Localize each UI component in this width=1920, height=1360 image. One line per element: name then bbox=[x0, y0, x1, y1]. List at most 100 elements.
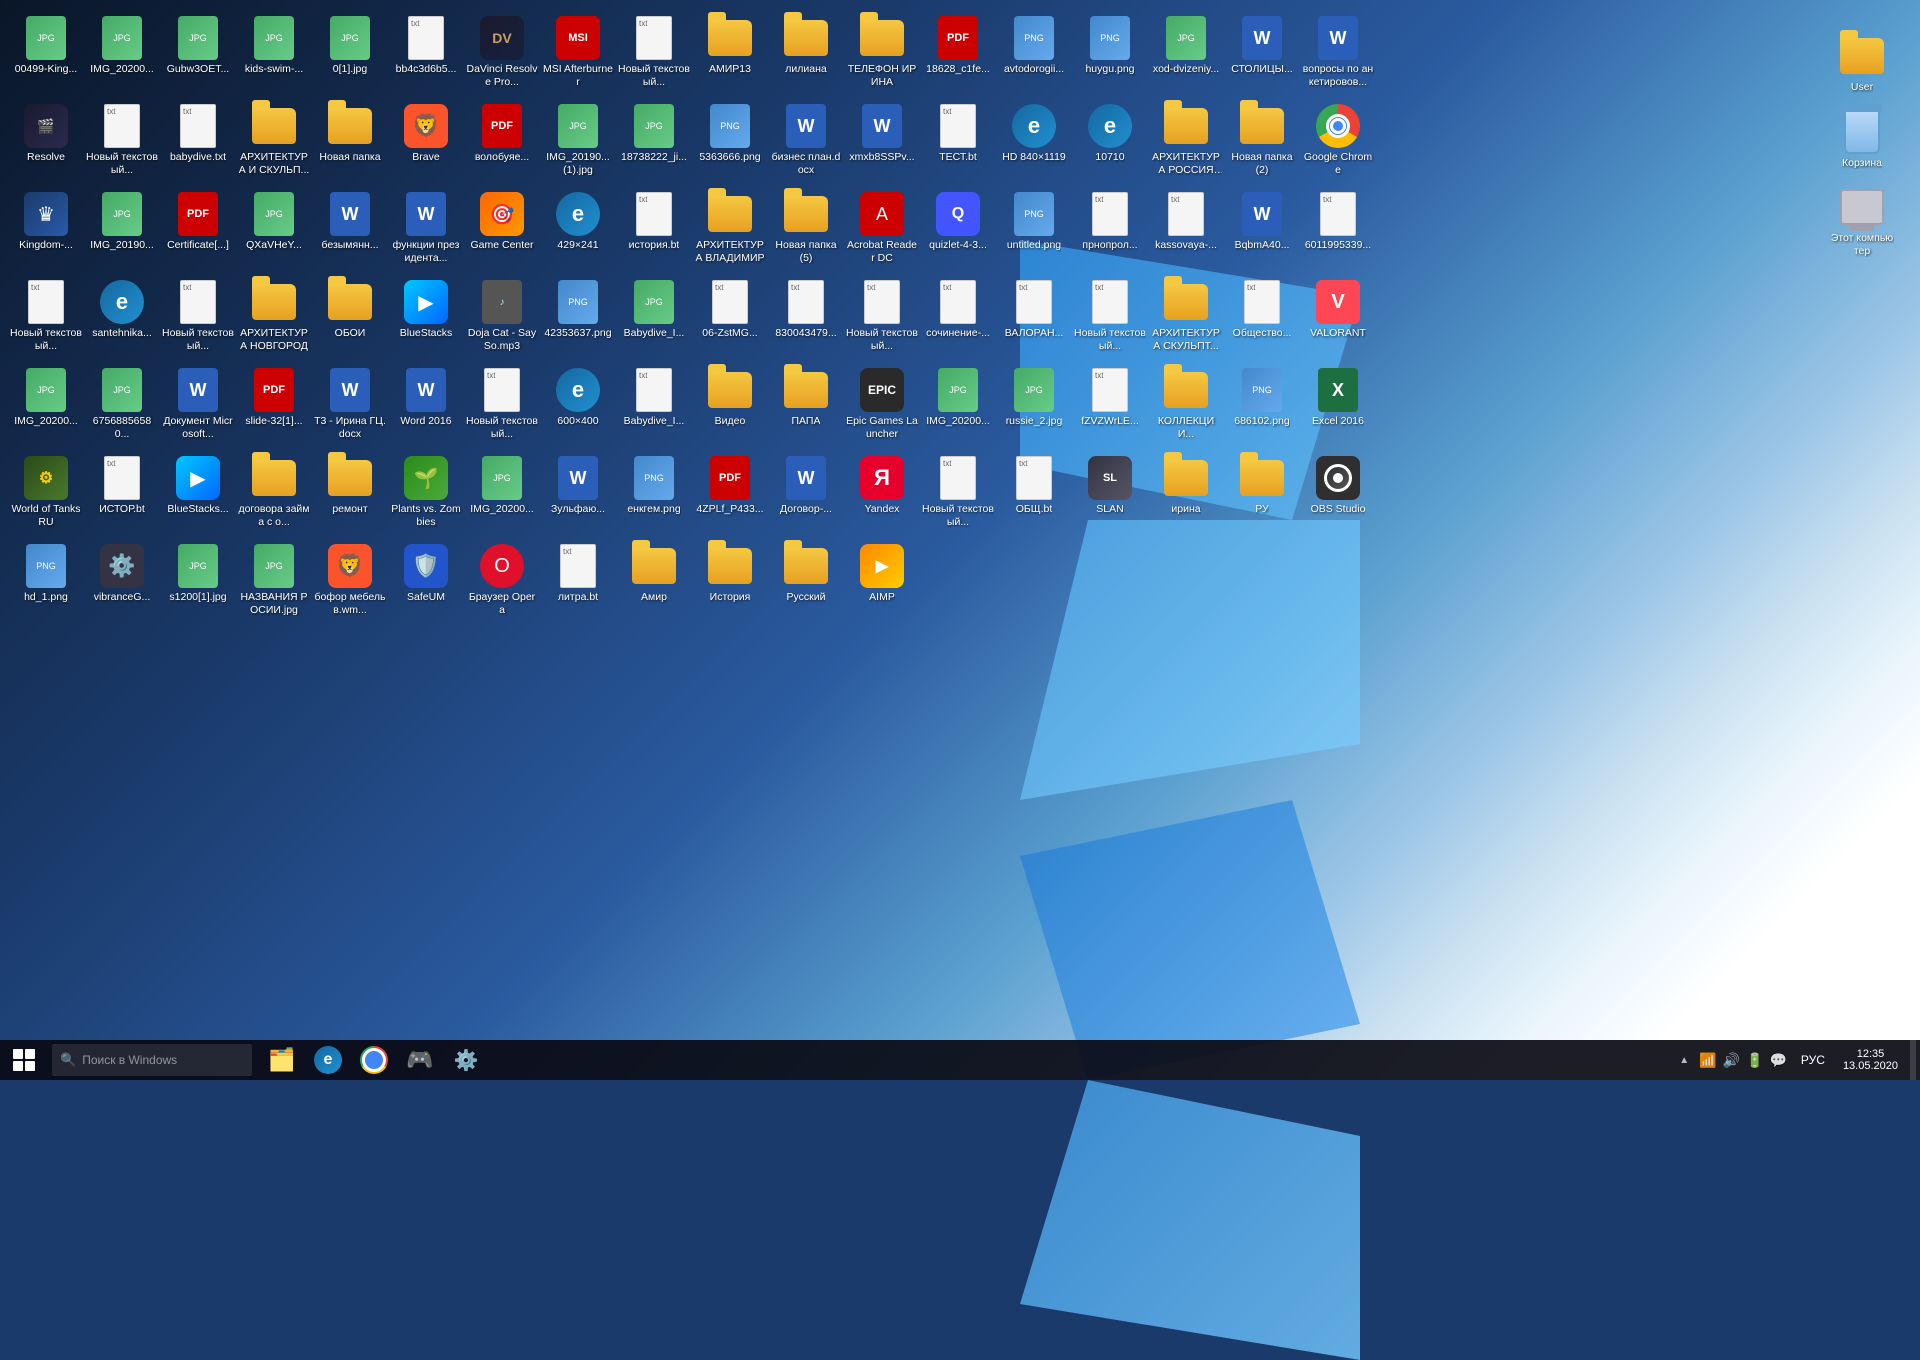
desktop-icon-i118[interactable]: История bbox=[692, 540, 768, 628]
desktop-icon-i15[interactable]: PNGhuygu.png bbox=[1072, 12, 1148, 100]
desktop-icon-i79[interactable]: txtНовый текстовый... bbox=[464, 364, 540, 452]
desktop-icon-i83[interactable]: ПАПА bbox=[768, 364, 844, 452]
desktop-icon-i16[interactable]: JPGxod-dvizeniy... bbox=[1148, 12, 1224, 100]
desktop-icon-i89[interactable]: PNG686102.png bbox=[1224, 364, 1300, 452]
desktop-icon-i17[interactable]: WСТОЛИЦЫ... bbox=[1224, 12, 1300, 100]
desktop-icon-i21[interactable]: txtbabydive.txt bbox=[160, 100, 236, 188]
desktop-icon-i61[interactable]: ♪Doja Cat - Say So.mp3 bbox=[464, 276, 540, 364]
desktop-icon-i38[interactable]: JPGIMG_20190... bbox=[84, 188, 160, 276]
taskbar-settings[interactable]: ⚙️ bbox=[444, 1040, 488, 1080]
desktop-icon-i27[interactable]: JPG18738222_ji... bbox=[616, 100, 692, 188]
desktop-icon-i46[interactable]: АРХИТЕКТУРА ВЛАДИМИР bbox=[692, 188, 768, 276]
desktop-icon-i54[interactable]: txt6011995339... bbox=[1300, 188, 1376, 276]
desktop-icon-i93[interactable]: ▶BlueStacks... bbox=[160, 452, 236, 540]
language-indicator[interactable]: РУС bbox=[1795, 1053, 1831, 1067]
desktop-icon-i8[interactable]: MSIMSI Afterburner bbox=[540, 12, 616, 100]
desktop-icon-i84[interactable]: EPICEpic Games Launcher bbox=[844, 364, 920, 452]
desktop-icon-i108[interactable]: OBS Studio bbox=[1300, 452, 1376, 540]
desktop-icon-i103[interactable]: txtНовый текстовый... bbox=[920, 452, 996, 540]
desktop-icon-i66[interactable]: txtНовый текстовый... bbox=[844, 276, 920, 364]
desktop-icon-i35[interactable]: Новая папка (2) bbox=[1224, 100, 1300, 188]
desktop-icon-i111[interactable]: JPGs1200[1].jpg bbox=[160, 540, 236, 628]
desktop-icon-i76[interactable]: PDFslide-32[1]... bbox=[236, 364, 312, 452]
desktop-icon-i65[interactable]: txt830043479... bbox=[768, 276, 844, 364]
desktop-icon-i86[interactable]: JPGrussie_2.jpg bbox=[996, 364, 1072, 452]
desktop-icon-i73[interactable]: JPGIMG_20200... bbox=[8, 364, 84, 452]
desktop-icon-i7[interactable]: DVDaVinci Resolve Pro... bbox=[464, 12, 540, 100]
desktop-icon-i6[interactable]: txtbb4c3d6b5... bbox=[388, 12, 464, 100]
desktop-icon-i25[interactable]: PDFволобуяе... bbox=[464, 100, 540, 188]
desktop-icon-i62[interactable]: PNG42353637.png bbox=[540, 276, 616, 364]
battery-icon[interactable]: 🔋 bbox=[1746, 1052, 1763, 1069]
start-button[interactable] bbox=[0, 1040, 48, 1080]
desktop-icon-i1[interactable]: JPG00499-King... bbox=[8, 12, 84, 100]
desktop-icon-i3[interactable]: JPGGubw3OET... bbox=[160, 12, 236, 100]
desktop-icon-i119[interactable]: Русский bbox=[768, 540, 844, 628]
desktop-icon-i33[interactable]: e10710 bbox=[1072, 100, 1148, 188]
desktop-icon-i110[interactable]: ⚙️vibranceG... bbox=[84, 540, 160, 628]
desktop-icon-i41[interactable]: Wбезымянн... bbox=[312, 188, 388, 276]
desktop-icon-i18[interactable]: Wвопросы по анкетировов... bbox=[1300, 12, 1376, 100]
desktop-icon-i98[interactable]: WЗульфаю... bbox=[540, 452, 616, 540]
desktop-icon-i53[interactable]: WBqbmA40... bbox=[1224, 188, 1300, 276]
desktop-icon-i91[interactable]: ⚙World of Tanks RU bbox=[8, 452, 84, 540]
my-computer-icon[interactable]: Этот компьютер bbox=[1824, 181, 1900, 261]
desktop-icon-i107[interactable]: РУ bbox=[1224, 452, 1300, 540]
desktop-icon-i39[interactable]: PDFCertificate[...] bbox=[160, 188, 236, 276]
notification-expand-arrow[interactable]: ▲ bbox=[1677, 1055, 1691, 1066]
desktop-icon-i94[interactable]: договора займа с о... bbox=[236, 452, 312, 540]
desktop-icon-i2[interactable]: JPGIMG_20200... bbox=[84, 12, 160, 100]
desktop-icon-i116[interactable]: txtлитра.bt bbox=[540, 540, 616, 628]
desktop-icon-i67[interactable]: txtсочинение-... bbox=[920, 276, 996, 364]
desktop-icon-i43[interactable]: 🎯Game Center bbox=[464, 188, 540, 276]
desktop-icon-i51[interactable]: txtпрнопрол... bbox=[1072, 188, 1148, 276]
desktop-icon-i9[interactable]: txtНовый текстовый... bbox=[616, 12, 692, 100]
taskbar-edge[interactable]: e bbox=[306, 1040, 350, 1080]
desktop-icon-i52[interactable]: txtkassovaya-... bbox=[1148, 188, 1224, 276]
desktop-icon-i69[interactable]: txtНовый текстовый... bbox=[1072, 276, 1148, 364]
desktop-icon-i90[interactable]: XExcel 2016 bbox=[1300, 364, 1376, 452]
desktop-icon-i26[interactable]: JPGIMG_20190...(1).jpg bbox=[540, 100, 616, 188]
desktop-icon-i100[interactable]: PDF4ZPLf_P433... bbox=[692, 452, 768, 540]
desktop-icon-i81[interactable]: txtBabydive_I... bbox=[616, 364, 692, 452]
desktop-icon-i87[interactable]: txtfZVZWrLE... bbox=[1072, 364, 1148, 452]
desktop-icon-i49[interactable]: Qquizlet-4-3... bbox=[920, 188, 996, 276]
desktop-icon-i36[interactable]: Google Chrome bbox=[1300, 100, 1376, 188]
taskbar-chrome[interactable] bbox=[352, 1040, 396, 1080]
desktop-icon-i47[interactable]: Новая папка (5) bbox=[768, 188, 844, 276]
desktop-icon-i5[interactable]: JPG0[1].jpg bbox=[312, 12, 388, 100]
desktop-icon-i12[interactable]: ТЕЛЕФОН ИРИНА bbox=[844, 12, 920, 100]
desktop-icon-i96[interactable]: 🌱Plants vs. Zombies bbox=[388, 452, 464, 540]
desktop-icon-i57[interactable]: txtНовый текстовый... bbox=[160, 276, 236, 364]
desktop-icon-i48[interactable]: AAcrobat Reader DC bbox=[844, 188, 920, 276]
desktop-icon-i71[interactable]: txtОбщество... bbox=[1224, 276, 1300, 364]
desktop-icon-i105[interactable]: SLSLAN bbox=[1072, 452, 1148, 540]
desktop-icon-i120[interactable]: ▶AIMP bbox=[844, 540, 920, 628]
desktop-icon-i104[interactable]: txtОБЩ.bt bbox=[996, 452, 1072, 540]
desktop-icon-i58[interactable]: АРХИТЕКТУРА НОВГОРОД bbox=[236, 276, 312, 364]
desktop-icon-i63[interactable]: JPGBabydive_I... bbox=[616, 276, 692, 364]
desktop-icon-i4[interactable]: JPGkids-swim-... bbox=[236, 12, 312, 100]
user-folder-icon[interactable]: User bbox=[1824, 30, 1900, 98]
desktop-icon-i102[interactable]: ЯYandex bbox=[844, 452, 920, 540]
desktop-icon-i28[interactable]: PNG5363666.png bbox=[692, 100, 768, 188]
desktop-icon-i64[interactable]: txt06-ZstMG... bbox=[692, 276, 768, 364]
desktop-icon-i50[interactable]: PNGuntitled.png bbox=[996, 188, 1072, 276]
desktop-icon-i72[interactable]: VVALORANT bbox=[1300, 276, 1376, 364]
taskbar-clock[interactable]: 12:35 13.05.2020 bbox=[1835, 1040, 1906, 1080]
desktop-icon-i114[interactable]: 🛡️SafeUM bbox=[388, 540, 464, 628]
desktop-icon-i23[interactable]: Новая папка bbox=[312, 100, 388, 188]
desktop-icon-i92[interactable]: txtИСТОР.bt bbox=[84, 452, 160, 540]
taskbar-search[interactable]: 🔍 Поиск в Windows bbox=[52, 1044, 252, 1076]
desktop-icon-i22[interactable]: АРХИТЕКТУРА И СКУЛЬП... bbox=[236, 100, 312, 188]
desktop-icon-i80[interactable]: e600×400 bbox=[540, 364, 616, 452]
desktop-icon-i44[interactable]: e429×241 bbox=[540, 188, 616, 276]
desktop-icon-i113[interactable]: 🦁бoфор мебельв.wm... bbox=[312, 540, 388, 628]
desktop-icon-i115[interactable]: OБраузер Opera bbox=[464, 540, 540, 628]
desktop-icon-i106[interactable]: ирина bbox=[1148, 452, 1224, 540]
desktop-icon-i78[interactable]: WWord 2016 bbox=[388, 364, 464, 452]
network-icon[interactable]: 📶 bbox=[1699, 1052, 1716, 1069]
desktop-icon-i20[interactable]: txtНовый текстовый... bbox=[84, 100, 160, 188]
desktop-icon-i88[interactable]: КОЛЛЕКЦИИ... bbox=[1148, 364, 1224, 452]
desktop-icon-i99[interactable]: PNGенкгем.png bbox=[616, 452, 692, 540]
